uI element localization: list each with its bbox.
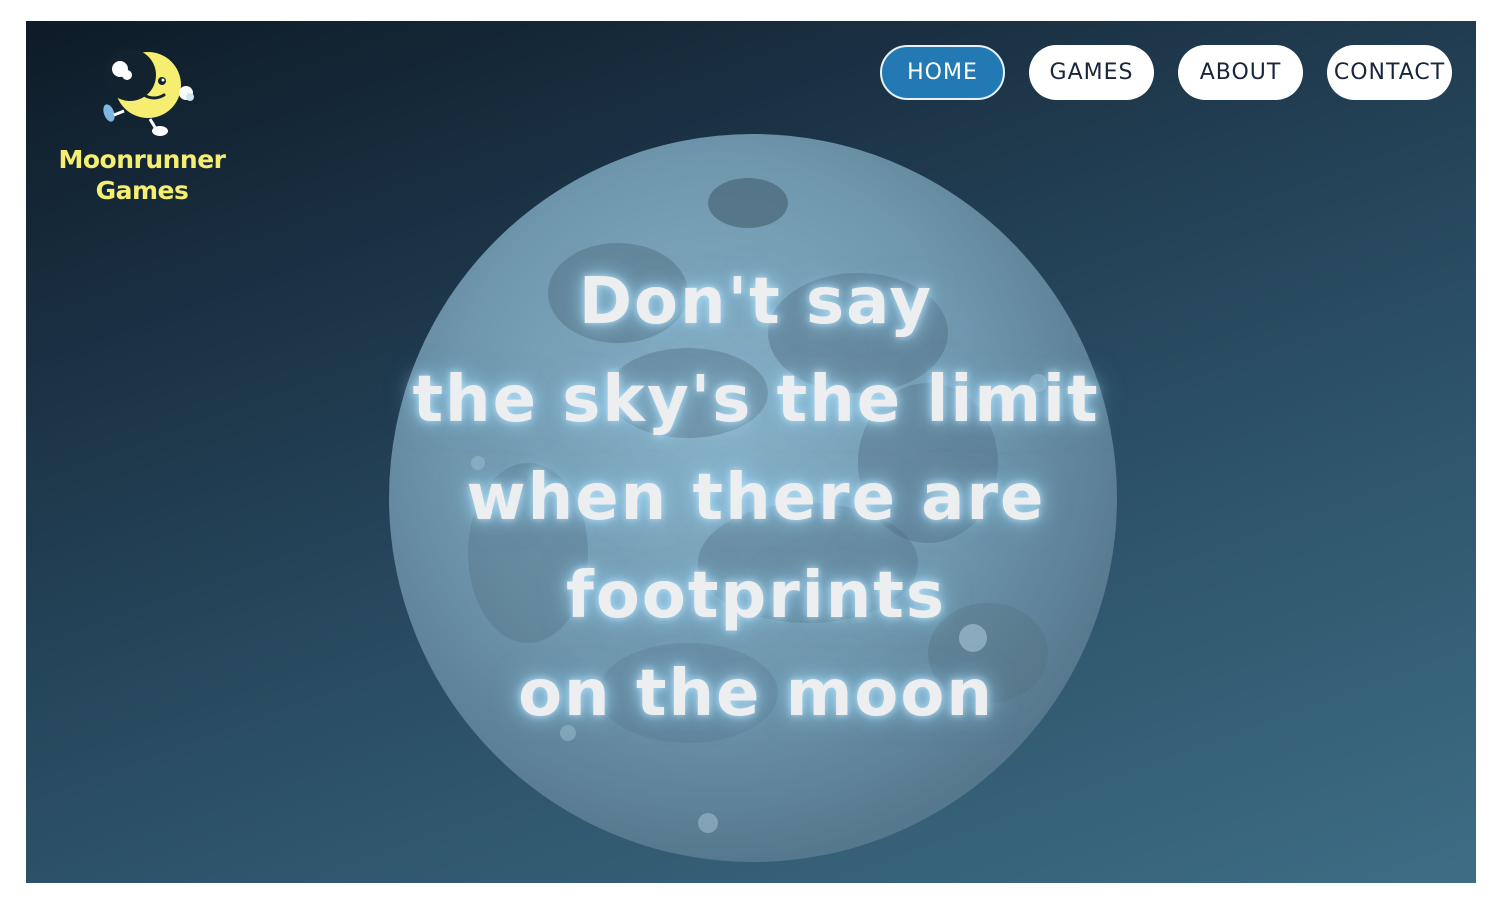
- nav-home-button[interactable]: HOME: [880, 45, 1005, 100]
- nav-games-button[interactable]: GAMES: [1029, 45, 1154, 100]
- nav-about-button[interactable]: ABOUT: [1178, 45, 1303, 100]
- tagline-line-3: when there are: [466, 461, 1046, 535]
- tagline-line-4: footprints: [566, 559, 946, 633]
- brand-name-line2: Games: [95, 176, 189, 205]
- main-nav: HOME GAMES ABOUT CONTACT: [880, 45, 1452, 100]
- tagline-line-2: the sky's the limit: [412, 363, 1100, 437]
- hero-tagline: Don't say the sky's the limit when there…: [356, 253, 1156, 743]
- tagline-line-5: on the moon: [518, 657, 994, 731]
- nav-contact-button[interactable]: CONTACT: [1327, 45, 1452, 100]
- page-frame: Moonrunner Games HOME GAMES ABOUT CONTAC…: [26, 21, 1476, 883]
- tagline-line-1: Don't say: [578, 265, 934, 339]
- brand-logo[interactable]: Moonrunner Games: [54, 45, 230, 207]
- brand-name-line1: Moonrunner: [58, 145, 226, 174]
- moon-runner-mascot-icon: [103, 49, 194, 136]
